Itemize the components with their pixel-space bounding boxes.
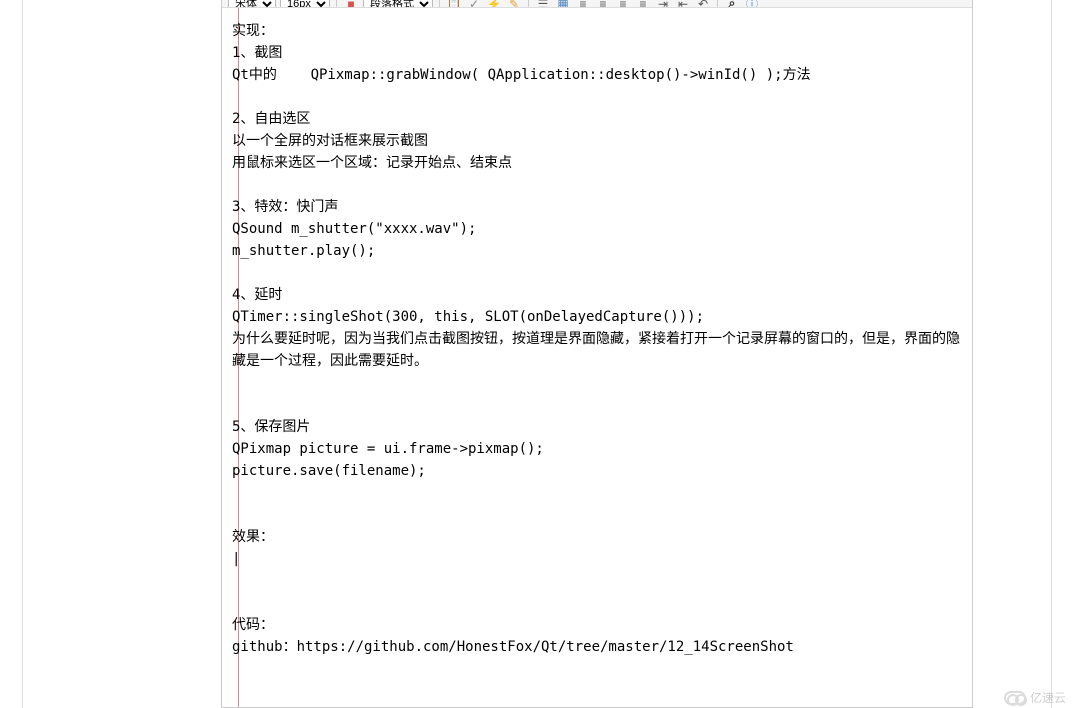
content-line[interactable] — [232, 174, 962, 196]
toolbar-separator — [717, 0, 718, 8]
content-line[interactable]: github：https://github.com/HonestFox/Qt/t… — [232, 636, 962, 658]
clear-format-icon[interactable]: ⚡ — [486, 0, 502, 8]
paste-icon[interactable]: 📋 — [446, 0, 462, 8]
content-line[interactable]: 4、延时 — [232, 284, 962, 306]
content-line[interactable]: 用鼠标来选区一个区域：记录开始点、结束点 — [232, 152, 962, 174]
content-line[interactable]: | — [232, 548, 962, 570]
align-justify-icon[interactable]: ≡ — [635, 0, 651, 8]
page-frame: 宋体 16px ■ 段落格式 📋 ✓ ⚡ ✎ ☰ ▦ ≡ ≡ ≡ ≡ ⇥ ⇤ ↶ — [22, 0, 1052, 708]
outdent-icon[interactable]: ⇤ — [675, 0, 691, 8]
content-line[interactable]: 代码： — [232, 614, 962, 636]
indent-icon[interactable]: ⇥ — [655, 0, 671, 8]
content-line[interactable]: QSound m_shutter("xxxx.wav"); — [232, 218, 962, 240]
content-line[interactable]: 5、保存图片 — [232, 416, 962, 438]
content-line[interactable]: 3、特效：快门声 — [232, 196, 962, 218]
check-icon[interactable]: ✓ — [466, 0, 482, 8]
content-line[interactable]: 实现： — [232, 20, 962, 42]
content-line[interactable] — [232, 570, 962, 592]
content-line[interactable] — [232, 372, 962, 394]
content-line[interactable]: 为什么要延时呢，因为当我们点击截图按钮，按道理是界面隐藏，紧接着打开一个记录屏幕… — [232, 328, 962, 372]
content-line[interactable] — [232, 86, 962, 108]
align-right-icon[interactable]: ≡ — [615, 0, 631, 8]
font-family-select[interactable]: 宋体 — [228, 0, 276, 8]
content-line[interactable]: m_shutter.play(); — [232, 240, 962, 262]
content-line[interactable]: QPixmap picture = ui.frame->pixmap(); — [232, 438, 962, 460]
content-line[interactable]: 2、自由选区 — [232, 108, 962, 130]
content-line[interactable]: picture.save(filename); — [232, 460, 962, 482]
content-line[interactable]: 1、截图 — [232, 42, 962, 64]
content-line[interactable]: 效果： — [232, 526, 962, 548]
help-icon[interactable]: ⓘ — [744, 0, 760, 8]
toolbar-separator — [336, 0, 337, 8]
watermark-text: 亿速云 — [1030, 689, 1066, 706]
content-line[interactable] — [232, 592, 962, 614]
content-line[interactable]: QTimer::singleShot(300, this, SLOT(onDel… — [232, 306, 962, 328]
site-watermark: 亿速云 — [1004, 689, 1066, 706]
content-line[interactable]: Qt中的 QPixmap::grabWindow( QApplication::… — [232, 64, 962, 86]
table-icon[interactable]: ▦ — [555, 0, 571, 8]
font-color-icon[interactable]: ■ — [343, 0, 359, 8]
font-size-select[interactable]: 16px — [280, 0, 330, 8]
undo-icon[interactable]: ↶ — [695, 0, 711, 8]
align-center-icon[interactable]: ≡ — [595, 0, 611, 8]
list-icon[interactable]: ☰ — [535, 0, 551, 8]
editor-toolbar: 宋体 16px ■ 段落格式 📋 ✓ ⚡ ✎ ☰ ▦ ≡ ≡ ≡ ≡ ⇥ ⇤ ↶ — [222, 0, 972, 8]
content-line[interactable] — [232, 394, 962, 416]
find-icon[interactable]: ⌕ — [724, 0, 740, 8]
rich-text-editor: 宋体 16px ■ 段落格式 📋 ✓ ⚡ ✎ ☰ ▦ ≡ ≡ ≡ ≡ ⇥ ⇤ ↶ — [221, 0, 973, 708]
editor-body[interactable]: 实现：1、截图Qt中的 QPixmap::grabWindow( QApplic… — [222, 8, 972, 707]
toolbar-separator — [528, 0, 529, 8]
content-line[interactable] — [232, 262, 962, 284]
content-line[interactable]: 以一个全屏的对话框来展示截图 — [232, 130, 962, 152]
content-line[interactable] — [232, 482, 962, 504]
align-left-icon[interactable]: ≡ — [575, 0, 591, 8]
watermark-logo-icon — [1004, 691, 1026, 705]
toolbar-separator — [439, 0, 440, 8]
highlight-icon[interactable]: ✎ — [506, 0, 522, 8]
editor-content[interactable]: 实现：1、截图Qt中的 QPixmap::grabWindow( QApplic… — [232, 16, 962, 658]
content-line[interactable] — [232, 504, 962, 526]
paragraph-format-select[interactable]: 段落格式 — [363, 0, 433, 8]
